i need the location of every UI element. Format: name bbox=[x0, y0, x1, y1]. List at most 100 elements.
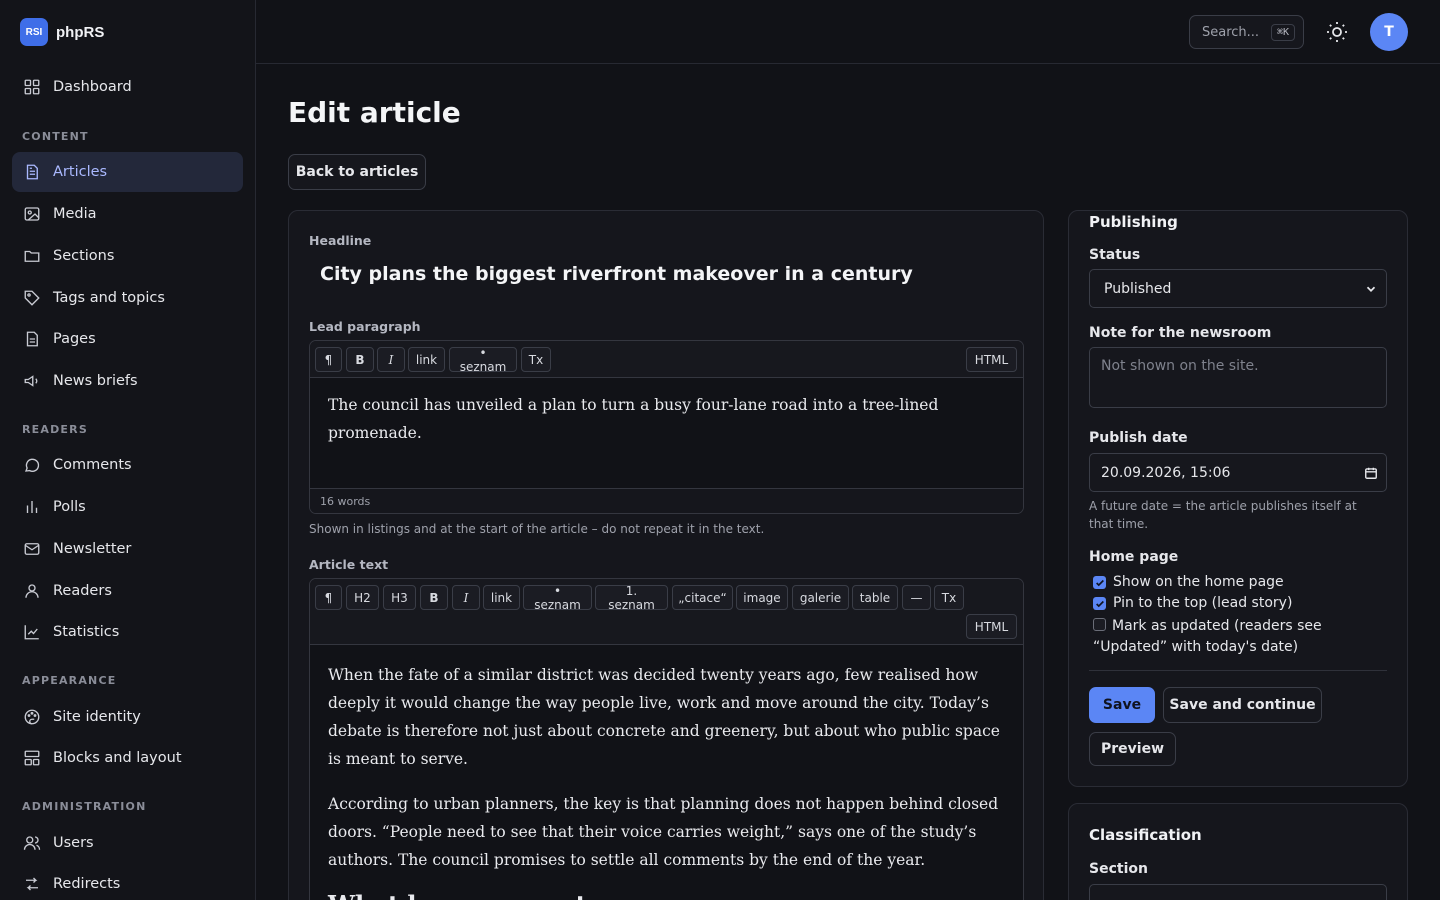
publish-date-input[interactable]: 20.09.2026, 15:06 bbox=[1089, 453, 1387, 492]
publishing-title: Publishing bbox=[1089, 213, 1178, 231]
status-value: Published bbox=[1104, 280, 1172, 297]
image-icon bbox=[24, 207, 40, 221]
sun-icon[interactable] bbox=[1325, 20, 1349, 44]
lead-tb-link[interactable]: link bbox=[408, 347, 445, 372]
lead-tb-clear[interactable]: Tx bbox=[521, 347, 551, 372]
tb-gallery[interactable]: galerie bbox=[792, 585, 849, 610]
sidebar-item-label: Statistics bbox=[53, 624, 120, 640]
users-icon bbox=[23, 836, 41, 850]
article-body[interactable]: When the fate of a similar district was … bbox=[310, 645, 1023, 900]
body-heading: What happens next bbox=[328, 891, 1005, 900]
nav-group-appearance: APPEARANCE bbox=[22, 674, 117, 687]
sidebar-item-blocks-layout[interactable]: Blocks and layout bbox=[12, 738, 243, 778]
tb-italic[interactable]: I bbox=[452, 585, 480, 610]
body-paragraph: According to urban planners, the key is … bbox=[328, 795, 999, 869]
search-button[interactable]: Search... ⌘K bbox=[1189, 15, 1304, 49]
sidebar-item-tags[interactable]: Tags and topics bbox=[12, 278, 243, 318]
status-label: Status bbox=[1089, 247, 1141, 263]
sidebar-item-statistics[interactable]: Statistics bbox=[12, 612, 243, 652]
tb-hr[interactable]: — bbox=[902, 585, 931, 610]
mail-icon bbox=[24, 543, 40, 555]
nav-group-administration: ADMINISTRATION bbox=[22, 800, 147, 813]
sidebar-item-redirects[interactable]: Redirects bbox=[12, 864, 243, 900]
avatar[interactable]: T bbox=[1370, 13, 1408, 51]
sidebar-item-readers[interactable]: Readers bbox=[12, 571, 243, 611]
tb-h3[interactable]: H3 bbox=[383, 585, 416, 610]
tb-image[interactable]: image bbox=[736, 585, 788, 610]
tb-bullet-list[interactable]: • seznam bbox=[523, 584, 592, 612]
sidebar-item-label: Pages bbox=[53, 331, 96, 347]
checkbox-checked-icon bbox=[1093, 597, 1106, 610]
note-textarea[interactable]: Not shown on the site. bbox=[1089, 347, 1387, 408]
sidebar-item-users[interactable]: Users bbox=[12, 823, 243, 863]
sidebar-item-label: Newsletter bbox=[53, 541, 132, 557]
document-icon bbox=[26, 164, 38, 180]
tb-link[interactable]: link bbox=[483, 585, 520, 610]
sidebar-item-comments[interactable]: Comments bbox=[12, 445, 243, 485]
save-button[interactable]: Save bbox=[1089, 687, 1155, 723]
sidebar-item-polls[interactable]: Polls bbox=[12, 487, 243, 527]
sidebar-item-sections[interactable]: Sections bbox=[12, 236, 243, 276]
nav-group-content: CONTENT bbox=[22, 130, 89, 143]
section-select[interactable] bbox=[1089, 884, 1387, 900]
checkbox-label: Pin to the top (lead story) bbox=[1113, 595, 1293, 611]
pin-top-checkbox[interactable]: Pin to the top (lead story) bbox=[1093, 593, 1393, 614]
folder-icon bbox=[24, 250, 40, 262]
tb-h2[interactable]: H2 bbox=[346, 585, 379, 610]
sidebar-item-label: Readers bbox=[53, 583, 112, 599]
checkbox-checked-icon bbox=[1093, 576, 1106, 589]
sidebar-item-label: Polls bbox=[53, 499, 86, 515]
tb-clear[interactable]: Tx bbox=[934, 585, 964, 610]
palette-icon bbox=[24, 709, 40, 725]
sidebar-item-label: Tags and topics bbox=[53, 290, 165, 306]
lead-tb-html[interactable]: HTML bbox=[966, 347, 1017, 372]
page-title: Edit article bbox=[288, 96, 461, 129]
brand[interactable]: RSI phpRS bbox=[20, 18, 104, 46]
headline-input[interactable]: City plans the biggest riverfront makeov… bbox=[320, 263, 913, 285]
sidebar-item-site-identity[interactable]: Site identity bbox=[12, 697, 243, 737]
tb-table[interactable]: table bbox=[852, 585, 898, 610]
sidebar-item-dashboard[interactable]: Dashboard bbox=[12, 67, 243, 107]
chevron-down-icon bbox=[1366, 286, 1376, 292]
comment-icon bbox=[24, 458, 40, 472]
lead-tb-italic[interactable]: I bbox=[377, 347, 405, 372]
back-to-articles-button[interactable]: Back to articles bbox=[288, 154, 426, 190]
save-and-continue-button[interactable]: Save and continue bbox=[1163, 687, 1322, 723]
lead-label: Lead paragraph bbox=[309, 319, 421, 334]
tag-icon bbox=[24, 290, 40, 306]
sidebar-item-articles[interactable]: Articles bbox=[12, 152, 243, 192]
home-page-label: Home page bbox=[1089, 549, 1179, 565]
sidebar-item-news-briefs[interactable]: News briefs bbox=[12, 361, 243, 401]
sidebar-item-media[interactable]: Media bbox=[12, 194, 243, 234]
search-shortcut: ⌘K bbox=[1270, 23, 1295, 41]
brand-logo: RSI bbox=[20, 18, 48, 46]
tb-paragraph[interactable]: ¶ bbox=[315, 585, 342, 610]
megaphone-icon bbox=[24, 375, 38, 387]
article-editor: ¶ H2 H3 B I link • seznam 1. seznam „cit… bbox=[309, 578, 1024, 900]
layout-icon bbox=[24, 750, 40, 766]
body-paragraph: When the fate of a similar district was … bbox=[328, 666, 1000, 768]
lead-tb-list[interactable]: • seznam bbox=[449, 346, 517, 374]
preview-button[interactable]: Preview bbox=[1089, 732, 1176, 766]
lead-tb-bold[interactable]: B bbox=[346, 347, 374, 372]
show-home-checkbox[interactable]: Show on the home page bbox=[1093, 572, 1393, 593]
publishing-card: Publishing Status Published Note for the… bbox=[1068, 210, 1408, 787]
mark-updated-checkbox[interactable]: Mark as updated (readers see “Updated” w… bbox=[1093, 614, 1393, 658]
dashboard-icon bbox=[24, 79, 40, 95]
calendar-icon[interactable] bbox=[1364, 466, 1378, 480]
sidebar-item-newsletter[interactable]: Newsletter bbox=[12, 529, 243, 569]
tb-html[interactable]: HTML bbox=[966, 614, 1017, 639]
sidebar-item-label: Redirects bbox=[53, 876, 121, 892]
search-placeholder: Search... bbox=[1202, 24, 1260, 40]
sidebar-item-label: Sections bbox=[53, 248, 115, 264]
topbar: Search... ⌘K T bbox=[256, 0, 1440, 64]
status-select[interactable]: Published bbox=[1089, 269, 1387, 308]
sidebar-item-pages[interactable]: Pages bbox=[12, 319, 243, 359]
lead-tb-paragraph[interactable]: ¶ bbox=[315, 347, 342, 372]
tb-bold[interactable]: B bbox=[420, 585, 448, 610]
nav-group-readers: READERS bbox=[22, 423, 88, 436]
tb-quote[interactable]: „citace“ bbox=[672, 585, 733, 610]
tb-numbered-list[interactable]: 1. seznam bbox=[595, 584, 668, 612]
sidebar-item-label: Blocks and layout bbox=[53, 750, 182, 766]
lead-text[interactable]: The council has unveiled a plan to turn … bbox=[310, 378, 1023, 463]
